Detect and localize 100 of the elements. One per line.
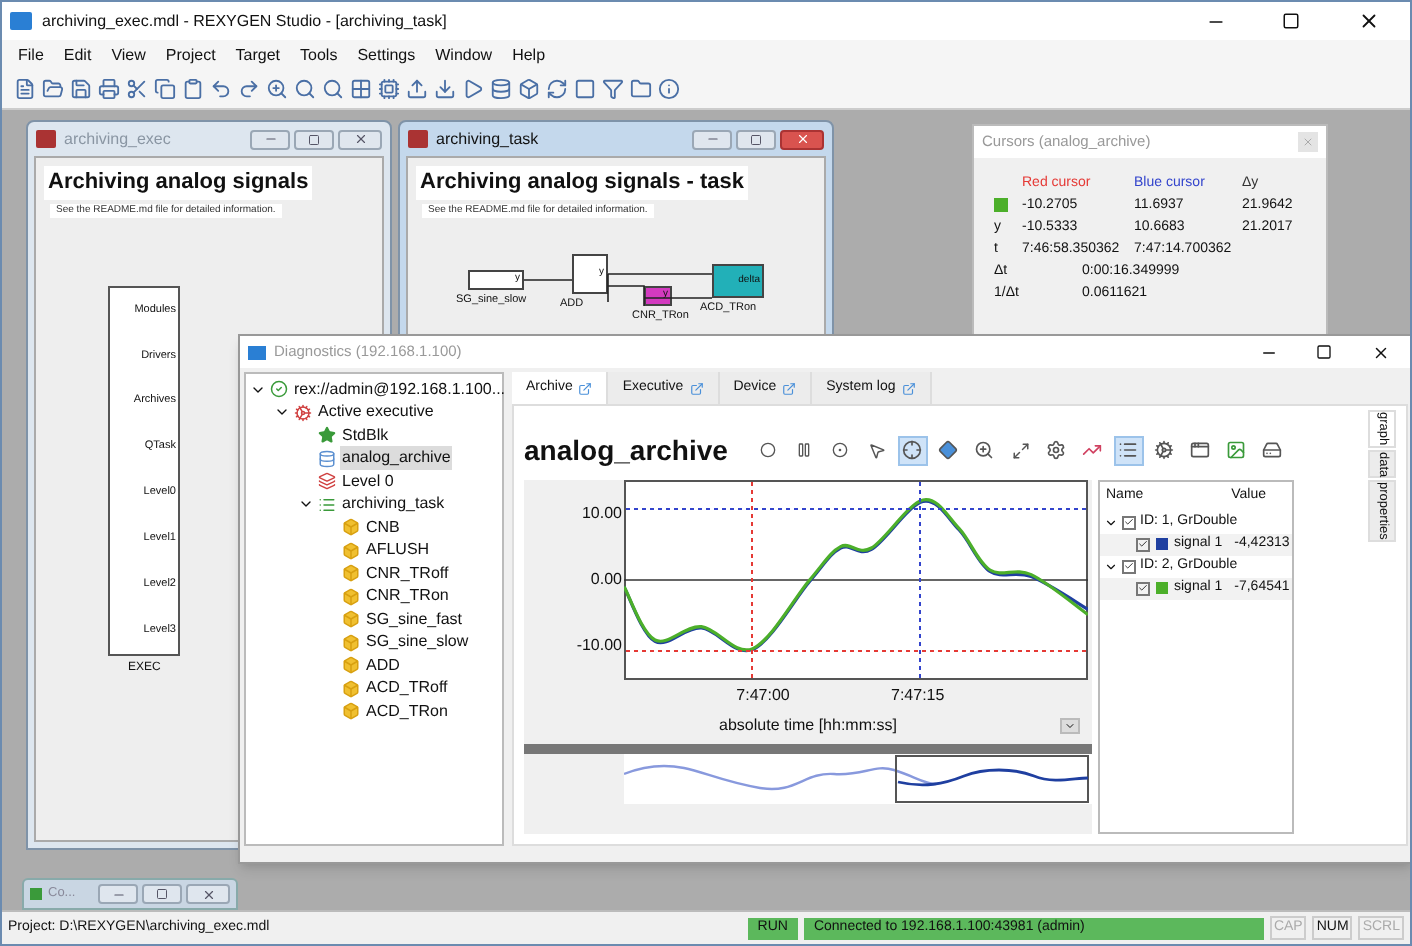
close-icon — [353, 132, 367, 146]
tree-item[interactable]: ACD_TRoff — [364, 676, 450, 701]
checkbox[interactable] — [1136, 581, 1150, 595]
tree-item[interactable]: archiving_task — [340, 492, 447, 517]
tree-item[interactable]: CNR_TRon — [364, 584, 451, 609]
axis-tick-label: 10.00 — [581, 505, 622, 522]
crosshair-icon[interactable] — [897, 435, 928, 465]
tree-item[interactable]: ADD — [364, 653, 402, 678]
play-icon[interactable] — [462, 78, 484, 100]
window-title: archiving_task — [436, 127, 539, 151]
tree-item[interactable]: Level 0 — [340, 469, 396, 494]
app-icon — [248, 345, 266, 359]
zoom-in-icon[interactable] — [266, 78, 288, 100]
minimize-icon — [705, 132, 719, 146]
chip-icon[interactable] — [378, 78, 400, 100]
axis-tick-label: 0.00 — [590, 572, 622, 588]
cursor-lines[interactable] — [624, 480, 1088, 680]
tree-item[interactable]: ACD_TRon — [364, 699, 450, 724]
checkbox[interactable] — [1122, 559, 1136, 573]
tree-item[interactable]: AFLUSH — [364, 538, 432, 563]
tree-item[interactable]: SG_sine_slow — [364, 630, 471, 655]
window-icon — [30, 888, 42, 900]
block-icon — [342, 656, 360, 675]
redo-icon[interactable] — [238, 78, 260, 100]
close-button[interactable] — [780, 129, 824, 149]
minimize-icon — [263, 132, 277, 146]
close-icon — [201, 887, 215, 901]
block-icon — [342, 564, 360, 583]
new-file-icon[interactable] — [14, 78, 36, 100]
undo-icon[interactable] — [210, 78, 232, 100]
menu-item[interactable]: Help — [512, 43, 546, 67]
filter-icon[interactable] — [602, 78, 624, 100]
block-icon — [342, 610, 360, 629]
maximize-button[interactable] — [142, 884, 182, 904]
tree-item[interactable]: CNR_TRoff — [364, 561, 451, 586]
window-icon — [408, 130, 428, 148]
close-icon — [795, 132, 809, 146]
window-icon — [36, 130, 56, 148]
dropdown-button[interactable] — [1060, 718, 1080, 734]
app-icon — [10, 12, 32, 30]
maximize-button[interactable] — [736, 129, 776, 149]
star-icon — [318, 426, 336, 445]
axis-tick-label: -10.00 — [576, 638, 622, 655]
tree-item[interactable]: rex://admin@192.168.1.100... — [292, 377, 508, 402]
axis-tick-label: 7:47:15 — [891, 684, 945, 708]
scissors-icon[interactable] — [126, 78, 148, 100]
diagram-heading: Archiving analog signals - task — [416, 166, 748, 199]
tree-item[interactable]: SG_sine_fast — [364, 607, 465, 632]
database-icon[interactable] — [490, 78, 512, 100]
search-icon[interactable] — [294, 78, 316, 100]
gear-icon — [294, 403, 312, 422]
menu-item[interactable]: Settings — [357, 43, 416, 67]
external-link-icon — [578, 381, 593, 395]
save-icon[interactable] — [70, 78, 92, 100]
maximize-icon[interactable] — [1281, 12, 1299, 30]
menu-item[interactable]: Tools — [300, 43, 338, 67]
clipboard-icon[interactable] — [182, 78, 204, 100]
layers-icon — [318, 472, 336, 491]
menu-item[interactable]: Window — [435, 43, 493, 67]
folder-icon[interactable] — [42, 78, 64, 100]
chevron-down-icon[interactable] — [1104, 515, 1118, 529]
upload-icon[interactable] — [406, 78, 428, 100]
external-link-icon — [782, 381, 797, 395]
list-icon[interactable] — [1113, 435, 1144, 465]
refresh-icon[interactable] — [546, 78, 568, 100]
print-icon[interactable] — [98, 78, 120, 100]
menu-item[interactable]: Edit — [63, 43, 92, 67]
block-icon — [342, 541, 360, 560]
checkbox[interactable] — [1136, 537, 1150, 551]
tree-item[interactable]: CNB — [364, 515, 402, 540]
search-icon[interactable] — [322, 78, 344, 100]
folder-icon[interactable] — [630, 78, 652, 100]
maximize-icon — [750, 133, 762, 145]
axis-title: absolute time [hh:mm:ss] — [719, 714, 897, 738]
tree-item[interactable]: StdBlk — [340, 423, 391, 448]
window-title: archiving_exec — [64, 127, 171, 151]
copy-icon[interactable] — [154, 78, 176, 100]
square-icon[interactable] — [574, 78, 596, 100]
maximize-icon[interactable] — [1316, 344, 1332, 360]
close-icon[interactable] — [1357, 10, 1379, 32]
menu-item[interactable]: Project — [165, 43, 216, 67]
block-icon — [342, 702, 360, 721]
block-icon — [342, 518, 360, 537]
download-icon[interactable] — [434, 78, 456, 100]
close-icon[interactable] — [1371, 343, 1389, 361]
maximize-button[interactable] — [294, 129, 334, 149]
grid-icon[interactable] — [350, 78, 372, 100]
checkbox[interactable] — [1122, 515, 1136, 529]
tree-item[interactable]: analog_archive — [340, 446, 453, 471]
tree-item[interactable]: Active executive — [316, 400, 436, 425]
close-icon — [1302, 136, 1314, 148]
info-icon[interactable] — [658, 78, 680, 100]
external-link-icon — [901, 381, 916, 395]
chevron-down-icon[interactable] — [1104, 559, 1118, 573]
diagram-heading: Archiving analog signals — [44, 166, 313, 199]
menu-item[interactable]: View — [111, 43, 146, 67]
menu-item[interactable]: File — [18, 43, 44, 67]
block-icon — [342, 587, 360, 606]
block-icon[interactable] — [518, 78, 540, 100]
menu-item[interactable]: Target — [235, 43, 281, 67]
